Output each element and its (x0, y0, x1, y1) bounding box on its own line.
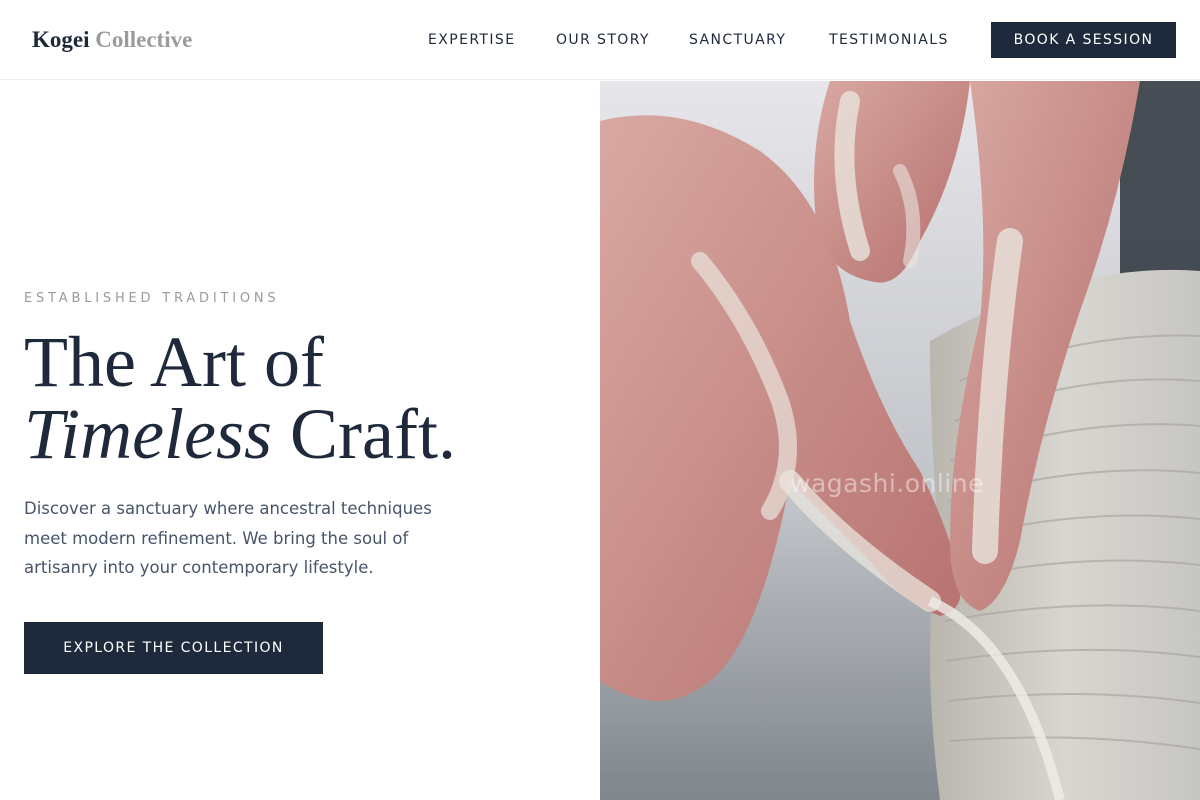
nav-item-sanctuary[interactable]: SANCTUARY (689, 31, 786, 49)
hero-body-text: Discover a sanctuary where ancestral tec… (24, 499, 432, 577)
brand-name-secondary: Collective (95, 27, 193, 52)
headline-line-2: Timeless Craft. (24, 398, 584, 470)
image-watermark: wagashi.online (790, 469, 984, 498)
nav-item-testimonials[interactable]: TESTIMONIALS (829, 31, 949, 49)
hero-headline: The Art of Timeless Craft. (24, 326, 584, 470)
nav-item-expertise[interactable]: EXPERTISE (428, 31, 515, 49)
hero-image-pottery-hands: wagashi.online (600, 81, 1200, 800)
book-session-button[interactable]: BOOK A SESSION (991, 22, 1176, 58)
hero-eyebrow: ESTABLISHED TRADITIONS (24, 291, 280, 306)
site-header: Kogei Collective EXPERTISE OUR STORY SAN… (0, 0, 1200, 80)
pottery-illustration (600, 81, 1200, 800)
headline-rest: Craft. (272, 394, 456, 474)
nav-item-our-story[interactable]: OUR STORY (556, 31, 650, 49)
brand-logo[interactable]: Kogei Collective (32, 26, 192, 54)
explore-collection-button[interactable]: EXPLORE THE COLLECTION (24, 622, 323, 674)
brand-name-primary: Kogei (32, 27, 90, 52)
headline-line-1: The Art of (24, 322, 324, 402)
headline-italic-word: Timeless (24, 394, 273, 474)
